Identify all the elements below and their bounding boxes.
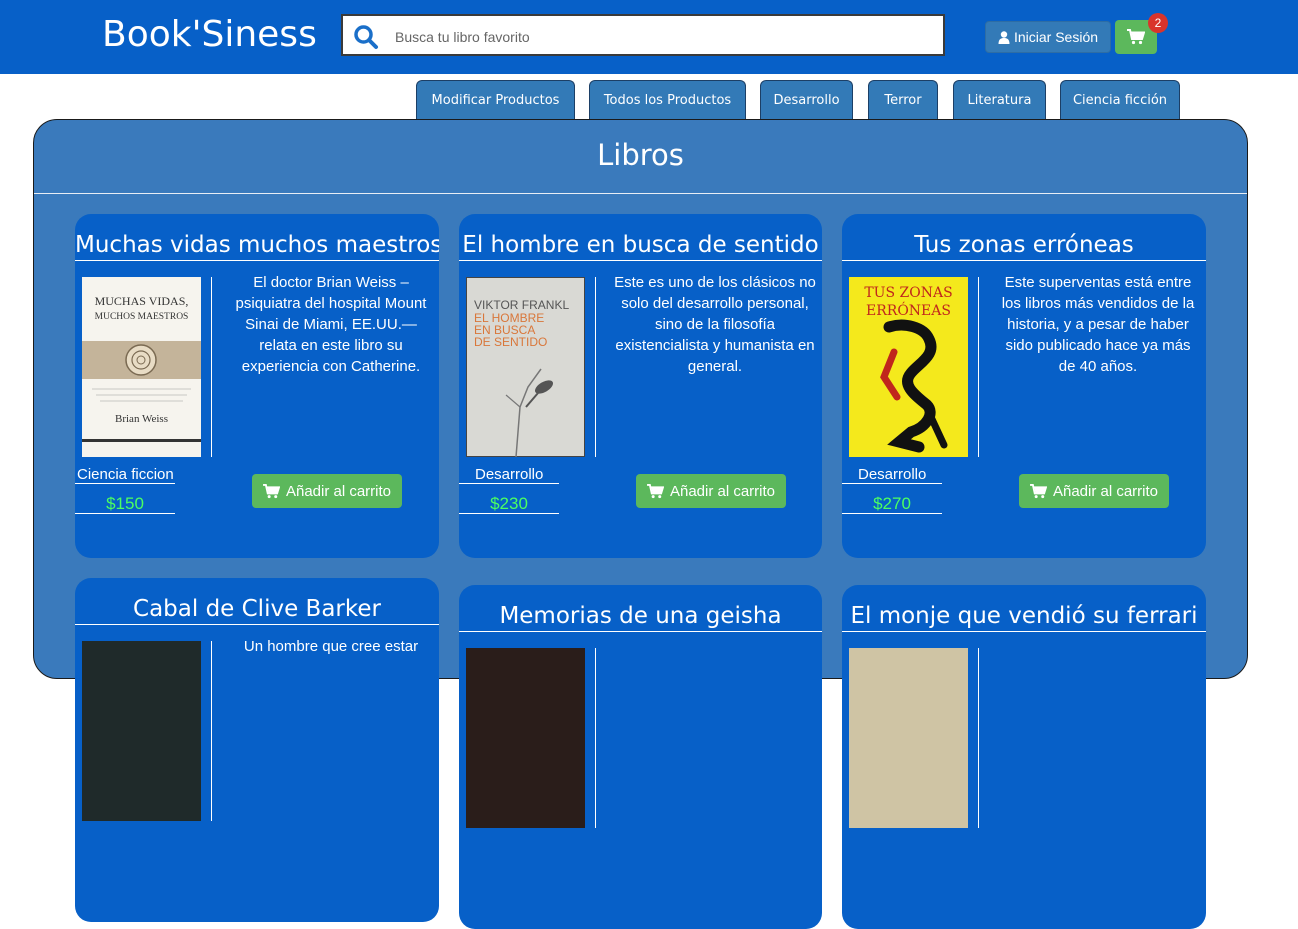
- vertical-divider: [211, 277, 212, 457]
- category-underline: [459, 483, 559, 484]
- book-title: Cabal de Clive Barker: [133, 596, 381, 622]
- book-description: Este superventas está entre los libros m…: [1001, 274, 1195, 375]
- title-underline: [842, 260, 1206, 261]
- login-label: Iniciar Sesión: [1013, 29, 1099, 45]
- product-card: El monje que vendió su ferrari: [842, 585, 1206, 929]
- add-to-cart-button[interactable]: Añadir al carrito: [1019, 474, 1169, 508]
- book-cover-image[interactable]: [849, 648, 968, 828]
- vertical-divider: [211, 641, 212, 821]
- tab-modificar-productos[interactable]: Modificar Productos: [416, 80, 575, 120]
- product-card: Muchas vidas muchos maestros MUCHAS VIDA…: [75, 214, 439, 558]
- price-underline: [842, 513, 942, 514]
- book-description: Este es uno de los clásicos no solo del …: [614, 274, 816, 375]
- price-underline: [75, 513, 175, 514]
- book-cover-image[interactable]: VIKTOR FRANKL EL HOMBRE EN BUSCA DE SENT…: [466, 277, 585, 457]
- login-button[interactable]: Iniciar Sesión: [985, 21, 1111, 53]
- add-to-cart-label: Añadir al carrito: [1052, 482, 1159, 500]
- book-cover-image[interactable]: [466, 648, 585, 828]
- category-tabs: Modificar Productos Todos los Productos …: [0, 80, 1298, 120]
- book-title: Muchas vidas muchos maestros: [75, 232, 439, 258]
- cart-icon: [647, 483, 664, 498]
- cart-icon: [263, 483, 280, 498]
- cart-count-badge: 2: [1148, 13, 1168, 33]
- price-underline: [459, 513, 559, 514]
- products-panel: Libros Muchas vidas muchos maestros MUCH…: [33, 119, 1248, 929]
- top-navbar: Book'Siness Iniciar Sesión 2: [0, 0, 1298, 74]
- product-card: Cabal de Clive Barker Un hombre que cree…: [75, 578, 439, 922]
- book-title: Tus zonas erróneas: [914, 232, 1134, 258]
- cover-line1: MUCHAS VIDAS,: [95, 294, 189, 308]
- brand-logo[interactable]: Book'Siness: [102, 14, 317, 55]
- tab-desarrollo[interactable]: Desarrollo: [760, 80, 853, 120]
- title-underline: [75, 624, 439, 625]
- tab-terror[interactable]: Terror: [868, 80, 938, 120]
- book-description: El doctor Brian Weiss –psiquiatra del ho…: [235, 274, 427, 375]
- book-cover-image[interactable]: [82, 641, 201, 821]
- book-price: $230: [490, 494, 528, 513]
- title-underline: [75, 260, 439, 261]
- tab-literatura[interactable]: Literatura: [953, 80, 1046, 120]
- vertical-divider: [978, 277, 979, 457]
- tab-ciencia-ficcion[interactable]: Ciencia ficción: [1060, 80, 1180, 120]
- add-to-cart-label: Añadir al carrito: [285, 482, 392, 500]
- search-input[interactable]: [393, 24, 937, 50]
- add-to-cart-label: Añadir al carrito: [669, 482, 776, 500]
- book-title: Memorias de una geisha: [499, 603, 782, 629]
- vertical-divider: [595, 648, 596, 828]
- product-card: Tus zonas erróneas TUS ZONAS ERRÓNEAS Es…: [842, 214, 1206, 558]
- vertical-divider: [595, 277, 596, 457]
- tab-todos-los-productos[interactable]: Todos los Productos: [589, 80, 746, 120]
- category-underline: [842, 483, 942, 484]
- vertical-divider: [978, 648, 979, 828]
- cover-line4: DE SENTIDO: [474, 335, 547, 349]
- cover-line2: ERRÓNEAS: [866, 301, 951, 319]
- book-category: Desarrollo: [475, 466, 544, 483]
- search-icon[interactable]: [353, 24, 379, 50]
- category-underline: [75, 483, 175, 484]
- book-cover-image[interactable]: TUS ZONAS ERRÓNEAS: [849, 277, 968, 457]
- add-to-cart-button[interactable]: Añadir al carrito: [636, 474, 786, 508]
- page-title: Libros: [597, 138, 684, 172]
- cover-line2: MUCHOS MAESTROS: [95, 312, 189, 322]
- title-underline: [459, 631, 822, 632]
- cover-line1: TUS ZONAS: [864, 285, 952, 301]
- cart-icon: [1127, 29, 1145, 45]
- title-underline: [842, 631, 1206, 632]
- product-card: Memorias de una geisha: [459, 585, 822, 929]
- cart-icon: [1030, 483, 1047, 498]
- book-cover-image[interactable]: MUCHAS VIDAS, MUCHOS MAESTROS Brian Weis…: [82, 277, 201, 457]
- search-box: [341, 14, 945, 56]
- add-to-cart-button[interactable]: Añadir al carrito: [252, 474, 402, 508]
- book-title: El hombre en busca de sentido: [462, 232, 819, 258]
- cover-author: Brian Weiss: [115, 413, 168, 425]
- book-price: $150: [106, 494, 144, 513]
- product-card: El hombre en busca de sentido VIKTOR FRA…: [459, 214, 822, 558]
- user-icon: [998, 30, 1010, 44]
- book-category: Ciencia ficcion: [77, 466, 174, 483]
- book-price: $270: [873, 494, 911, 513]
- book-title: El monje que vendió su ferrari: [850, 603, 1198, 629]
- title-divider: [34, 193, 1247, 194]
- book-category: Desarrollo: [858, 466, 927, 483]
- title-underline: [459, 260, 822, 261]
- cover-line1: VIKTOR FRANKL: [474, 298, 569, 312]
